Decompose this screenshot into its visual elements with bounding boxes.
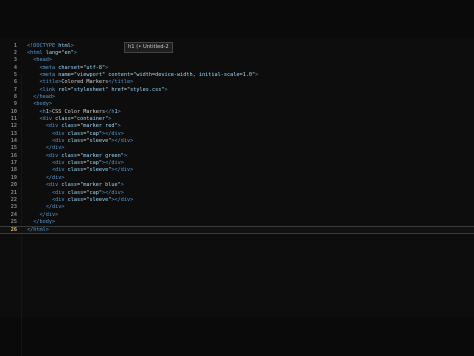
code-text: </body> <box>33 218 56 225</box>
line-number: 12 <box>10 123 17 130</box>
code-text: <div class="cap"></div> <box>52 189 124 196</box>
code-text: </html> <box>27 227 49 234</box>
line-number: 14 <box>10 138 17 145</box>
code-line[interactable]: 26 </html> <box>0 226 474 235</box>
code-text: <div class="sleeve"></div> <box>52 167 134 174</box>
code-text: <html lang="en"> <box>27 49 77 56</box>
code-text: <body> <box>33 101 52 108</box>
code-line[interactable]: 23 </div> <box>0 204 474 211</box>
code-text: <div class="sleeve"></div> <box>52 196 134 203</box>
code-line[interactable]: 1 <!DOCTYPE html> <box>0 43 474 50</box>
code-line[interactable]: 14 <div class="sleeve"></div> <box>0 138 474 145</box>
code-text: <div class="sleeve"></div> <box>52 138 134 145</box>
code-line[interactable]: 21 <div class="cap"></div> <box>0 190 474 197</box>
screen: 1 <!DOCTYPE html> 2 <html lang="en"> 3 <head… <box>0 0 474 356</box>
line-number: 13 <box>10 130 17 137</box>
code-text: </div> <box>39 211 59 218</box>
line-number: 18 <box>10 167 17 174</box>
line-number: 24 <box>10 211 17 218</box>
code-line[interactable]: 11 <div class="container"> <box>0 116 474 123</box>
code-line[interactable]: 15 </div> <box>0 145 474 152</box>
code-line[interactable]: 22 <div class="sleeve"></div> <box>0 197 474 204</box>
line-number: 2 <box>13 49 17 56</box>
line-number: 11 <box>10 116 17 122</box>
line-number: 8 <box>13 93 17 100</box>
code-text: </div> <box>45 145 65 152</box>
code-text: </div> <box>45 174 65 181</box>
line-number: 3 <box>13 57 17 64</box>
code-line[interactable]: 19 </div> <box>0 175 474 182</box>
code-text: <meta charset="utf-8"> <box>39 64 109 71</box>
code-text: <meta name="viewport" content="width=dev… <box>39 71 259 78</box>
code-text: <link rel="stylesheet" href="styles.css"… <box>39 86 168 93</box>
code-line[interactable]: 3 <head> <box>0 57 474 64</box>
code-text: <div class="marker green"> <box>45 152 127 159</box>
code-line[interactable]: 13 <div class="cap"></div> <box>0 131 474 138</box>
code-line[interactable]: 2 <html lang="en"> <box>0 50 474 57</box>
line-number: 7 <box>13 86 17 93</box>
line-number: 22 <box>10 196 17 203</box>
code-line[interactable]: 18 <div class="sleeve"></div> <box>0 167 474 174</box>
line-number: 26 <box>10 227 17 234</box>
code-line[interactable]: 7 <link rel="stylesheet" href="styles.cs… <box>0 87 474 94</box>
code-line[interactable]: 25 </body> <box>0 219 474 226</box>
code-line[interactable]: 20 <div class="marker blue"> <box>0 182 474 189</box>
line-number: 19 <box>10 174 17 181</box>
line-number: 5 <box>13 71 17 78</box>
code-line[interactable]: 10 <h1>CSS Color Markers</h1> <box>0 109 474 116</box>
code-line[interactable]: 6 <title>Colored Markers</title> <box>0 79 474 86</box>
code-text: <!DOCTYPE html> <box>27 42 74 49</box>
line-number: 1 <box>13 42 17 49</box>
code-text: <h1>CSS Color Markers</h1> <box>39 108 121 115</box>
line-number: 6 <box>13 79 17 86</box>
code-text: </head> <box>33 93 56 100</box>
line-number: 17 <box>10 160 17 167</box>
code-editor[interactable]: 1 <!DOCTYPE html> 2 <html lang="en"> 3 <head… <box>0 38 474 356</box>
code-text: <div class="cap"></div> <box>52 130 124 137</box>
line-number: 10 <box>10 108 17 115</box>
line-number: 21 <box>10 189 17 196</box>
code-text: <div class="marker blue"> <box>45 182 124 189</box>
line-number: 9 <box>13 101 17 108</box>
code-line[interactable]: 17 <div class="cap"></div> <box>0 160 474 167</box>
line-number: 16 <box>10 152 17 159</box>
line-number: 15 <box>10 145 17 152</box>
line-number: 4 <box>13 64 17 71</box>
code-text: <div class="marker red"> <box>45 123 121 130</box>
code-line[interactable]: 12 <div class="marker red"> <box>0 123 474 130</box>
code-text: <div class="container"> <box>39 116 112 122</box>
code-text: </div> <box>45 204 65 211</box>
line-number: 25 <box>10 218 17 225</box>
code-line[interactable]: 8 </head> <box>0 94 474 101</box>
code-line[interactable]: 4 <meta charset="utf-8"> <box>0 65 474 72</box>
code-line[interactable]: 24 </div> <box>0 212 474 219</box>
editor-tab-tooltip: h1 (• Untitled-2 <box>124 42 173 53</box>
code-line[interactable]: 16 <div class="marker green"> <box>0 153 474 160</box>
line-number: 20 <box>10 182 17 189</box>
code-line[interactable]: 5 <meta name="viewport" content="width=d… <box>0 72 474 79</box>
code-text: <title>Colored Markers</title> <box>39 79 134 86</box>
code-text: <head> <box>33 57 52 64</box>
code-line[interactable]: 9 <body> <box>0 101 474 108</box>
line-number: 23 <box>10 204 17 211</box>
code-text: <div class="cap"></div> <box>52 160 124 167</box>
